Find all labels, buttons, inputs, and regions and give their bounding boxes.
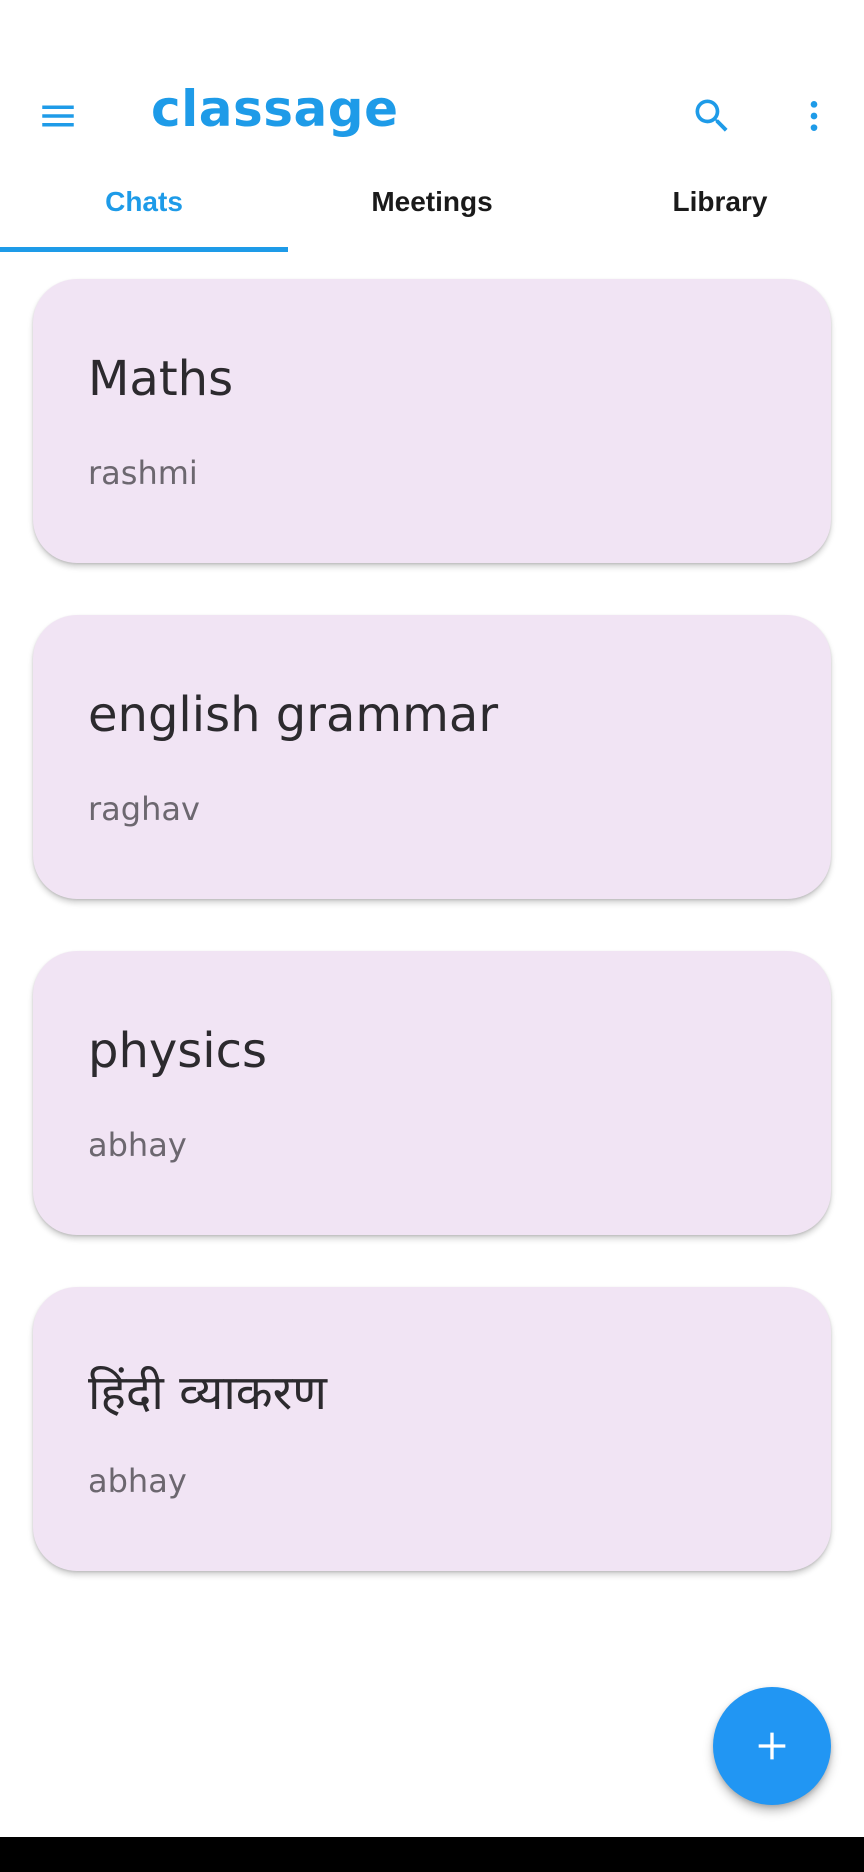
chat-title: Maths xyxy=(88,351,234,407)
chat-card[interactable]: physics abhay xyxy=(33,951,831,1235)
menu-icon xyxy=(42,105,74,127)
menu-button[interactable] xyxy=(22,80,94,152)
chat-owner: abhay xyxy=(88,1462,187,1500)
tab-meetings[interactable]: Meetings xyxy=(288,160,576,252)
chats-screen: classage Chats Meetings Library Maths ra… xyxy=(0,0,864,1872)
chat-card[interactable]: english grammar raghav xyxy=(33,615,831,899)
chat-title: हिंदी व्याकरण xyxy=(88,1365,327,1421)
chat-title: english grammar xyxy=(88,687,499,743)
app-title: classage xyxy=(151,80,399,138)
chat-owner: abhay xyxy=(88,1126,187,1164)
search-icon xyxy=(695,99,728,132)
more-vert-icon xyxy=(810,101,818,131)
chat-card[interactable]: हिंदी व्याकरण abhay xyxy=(33,1287,831,1571)
chat-owner: raghav xyxy=(88,790,200,828)
more-options-button[interactable] xyxy=(778,80,850,152)
tab-chats[interactable]: Chats xyxy=(0,160,288,252)
tab-bar: Chats Meetings Library xyxy=(0,160,864,252)
add-chat-button[interactable] xyxy=(713,1687,831,1805)
chat-title: physics xyxy=(88,1023,268,1079)
chat-owner: rashmi xyxy=(88,454,198,492)
app-bar: classage xyxy=(0,60,864,156)
search-button[interactable] xyxy=(676,80,748,152)
tab-indicator xyxy=(0,247,288,252)
tab-library[interactable]: Library xyxy=(576,160,864,252)
system-navigation-bar xyxy=(0,1837,864,1872)
chat-card[interactable]: Maths rashmi xyxy=(33,279,831,563)
plus-icon xyxy=(758,1732,786,1760)
